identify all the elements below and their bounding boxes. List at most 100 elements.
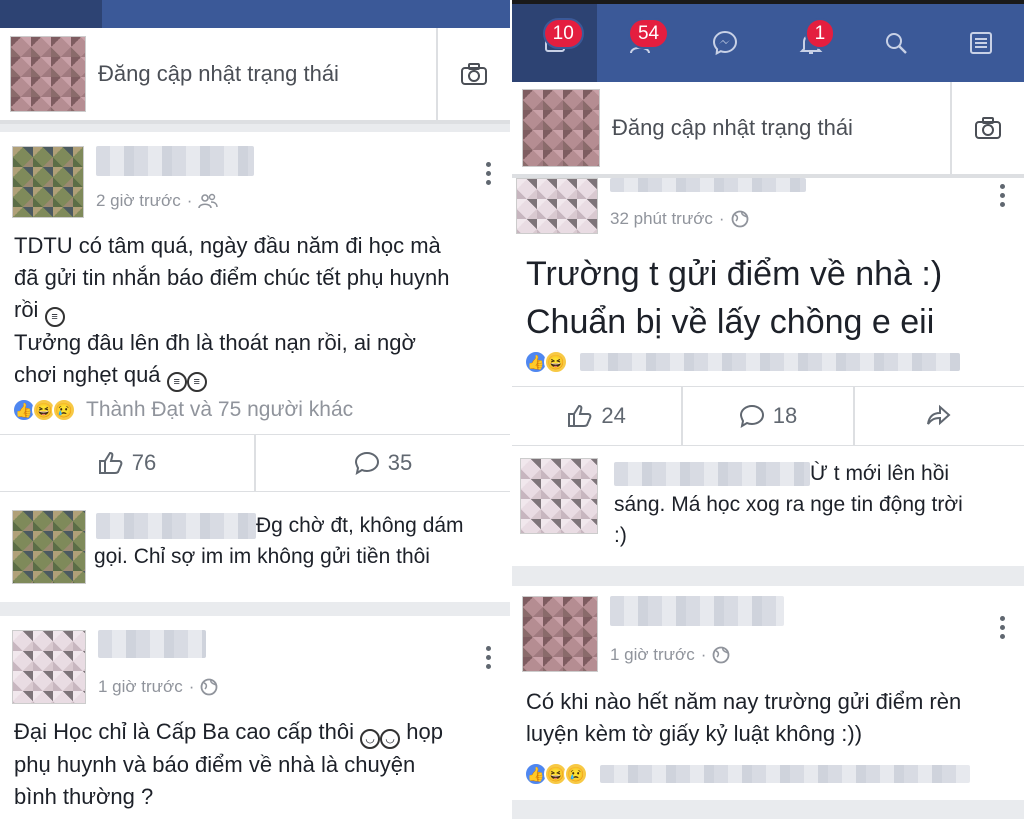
nav-news-feed[interactable] (0, 0, 102, 28)
separator-dot: · (186, 191, 193, 210)
post-time[interactable]: 32 phút trước (610, 209, 713, 229)
comment-text: :) (614, 524, 627, 547)
top-comment: Đg chờ đt, không dám gọi. Chỉ sợ im im k… (12, 510, 502, 584)
separator-dot: · (700, 645, 707, 664)
like-button[interactable]: 24 (512, 387, 681, 445)
user-avatar (10, 36, 86, 112)
status-composer[interactable]: Đăng cập nhật trạng thái (0, 28, 510, 124)
post-menu-button[interactable] (486, 162, 492, 189)
nav-messages[interactable] (683, 4, 768, 82)
commenter-name-blurred[interactable] (96, 513, 256, 540)
right-screenshot: 10 54 1 Đăng cập nhật trạng thái 32 phút… (512, 0, 1024, 819)
friend-requests-badge: 54 (627, 18, 670, 49)
menu-list-icon (970, 32, 993, 54)
camera-icon (461, 63, 487, 85)
commenter-avatar[interactable] (520, 458, 598, 534)
nav-messages[interactable] (204, 0, 306, 28)
author-name-blurred[interactable] (610, 596, 784, 626)
sad-reaction-icon: 😢 (52, 398, 76, 422)
search-icon (885, 33, 907, 54)
post-menu-button[interactable] (486, 646, 492, 673)
share-button[interactable] (852, 387, 1024, 445)
post-line: bình thường ? (14, 784, 154, 809)
post-actions: 76 35 (0, 434, 510, 492)
status-composer[interactable]: Đăng cập nhật trạng thái (512, 82, 1024, 178)
reactions-summary[interactable]: 👍 😆 😢 (524, 762, 970, 786)
like-button[interactable]: 76 (0, 435, 254, 491)
comment-count: 35 (387, 450, 413, 475)
like-count: 24 (601, 403, 626, 428)
author-avatar[interactable] (516, 178, 598, 234)
post-card: 1 giờ trước · Đại Học chỉ là Cấp Ba cao … (0, 616, 510, 819)
separator-dot: · (718, 209, 725, 228)
top-nav-bar (0, 0, 510, 28)
globe-public-icon (200, 678, 218, 696)
post-body: Có khi nào hết năm nay trường gửi điểm r… (526, 686, 1016, 750)
friends-privacy-icon (198, 193, 219, 209)
post-actions: 24 18 (512, 386, 1024, 446)
commenter-name-blurred[interactable] (614, 462, 810, 487)
haha-reaction-icon: 😆 (544, 350, 568, 374)
nav-friend-requests[interactable] (102, 0, 204, 28)
post-body-large: Trường t gửi điểm về nhà :) Chuẩn bị về … (526, 250, 942, 346)
comment-bubble-icon (739, 404, 764, 428)
camera-button[interactable] (950, 82, 1024, 174)
nav-search[interactable] (408, 0, 510, 28)
notifications-badge: 1 (804, 18, 836, 49)
user-avatar (522, 89, 600, 167)
status-input[interactable]: Đăng cập nhật trạng thái (600, 115, 950, 141)
nav-news-feed[interactable]: 10 (512, 4, 598, 82)
post-menu-button[interactable] (1000, 616, 1006, 643)
comment-text: gọi. Chỉ sợ im im không gửi tiền thôi (94, 545, 430, 568)
post-time[interactable]: 2 giờ trước (96, 191, 181, 211)
comment-button[interactable]: 18 (681, 387, 852, 445)
post-menu-button[interactable] (1000, 184, 1006, 211)
nav-friend-requests[interactable]: 54 (597, 4, 682, 82)
laughing-emoji-icon: ◡ (360, 729, 381, 749)
author-avatar[interactable] (522, 596, 598, 672)
sad-reaction-icon: 😢 (564, 762, 588, 786)
post-line: Có khi nào hết năm nay trường gửi điểm r… (526, 689, 962, 714)
status-input[interactable]: Đăng cập nhật trạng thái (86, 61, 436, 87)
post-line: TDTU có tâm quá, ngày đầu năm đi học mà (14, 233, 441, 258)
nav-notifications[interactable] (306, 0, 408, 28)
post-line: rồi (14, 297, 39, 322)
globe-public-icon (731, 210, 748, 228)
post-line: luyện kèm tờ giấy kỷ luật không :)) (526, 721, 863, 746)
reactions-text: Thành Đạt và 75 người khác (86, 398, 354, 421)
post-time[interactable]: 1 giờ trước (610, 645, 695, 665)
nav-menu[interactable] (939, 4, 1024, 82)
reactions-summary[interactable]: 👍 😆 😢 Thành Đạt và 75 người khác (12, 398, 353, 422)
news-feed-badge: 10 (542, 18, 584, 49)
nav-notifications[interactable]: 1 (768, 4, 853, 82)
reactors-names-blurred (580, 353, 960, 371)
post-line: chơi nghẹt quá (14, 362, 161, 387)
comment-count: 18 (772, 403, 798, 428)
nav-search[interactable] (853, 4, 938, 82)
post-time[interactable]: 1 giờ trước (98, 677, 183, 697)
globe-public-icon (712, 646, 730, 664)
grimace-emoji-icon: ≡ (186, 372, 207, 392)
post-line: Đại Học chỉ là Cấp Ba cao cấp thôi (14, 719, 354, 744)
grimace-emoji-icon: ≡ (44, 307, 65, 327)
author-avatar[interactable] (12, 630, 86, 704)
author-avatar[interactable] (12, 146, 84, 218)
post-body: Đại Học chỉ là Cấp Ba cao cấp thôi ◡ ◡ họ… (14, 716, 504, 813)
reactions-summary[interactable]: 👍 😆 (524, 350, 960, 374)
comment-button[interactable]: 35 (254, 435, 510, 491)
post-line: Tưởng đâu lên đh là thoát nạn rồi, ai ng… (14, 330, 416, 355)
author-name-blurred[interactable] (98, 630, 206, 658)
comment-bubble-icon (354, 451, 379, 475)
camera-button[interactable] (436, 28, 510, 120)
top-comment: Ừ t mới lên hồi sáng. Má học xog ra nge … (520, 458, 1010, 551)
messenger-icon (713, 30, 738, 56)
commenter-avatar[interactable] (12, 510, 86, 584)
post-line: đã gửi tin nhắn báo điểm chúc tết phụ hu… (14, 265, 450, 290)
comment-text: sáng. Má học xog ra nge tin động trời (614, 493, 963, 516)
laughing-emoji-icon: ◡ (380, 729, 401, 749)
separator-dot: · (188, 677, 195, 696)
author-name-blurred[interactable] (610, 178, 806, 192)
author-name-blurred[interactable] (96, 146, 254, 176)
post-line: họp (406, 719, 443, 744)
post-card: 2 giờ trước · TDTU có tâm quá, ngày đầu … (0, 132, 510, 602)
